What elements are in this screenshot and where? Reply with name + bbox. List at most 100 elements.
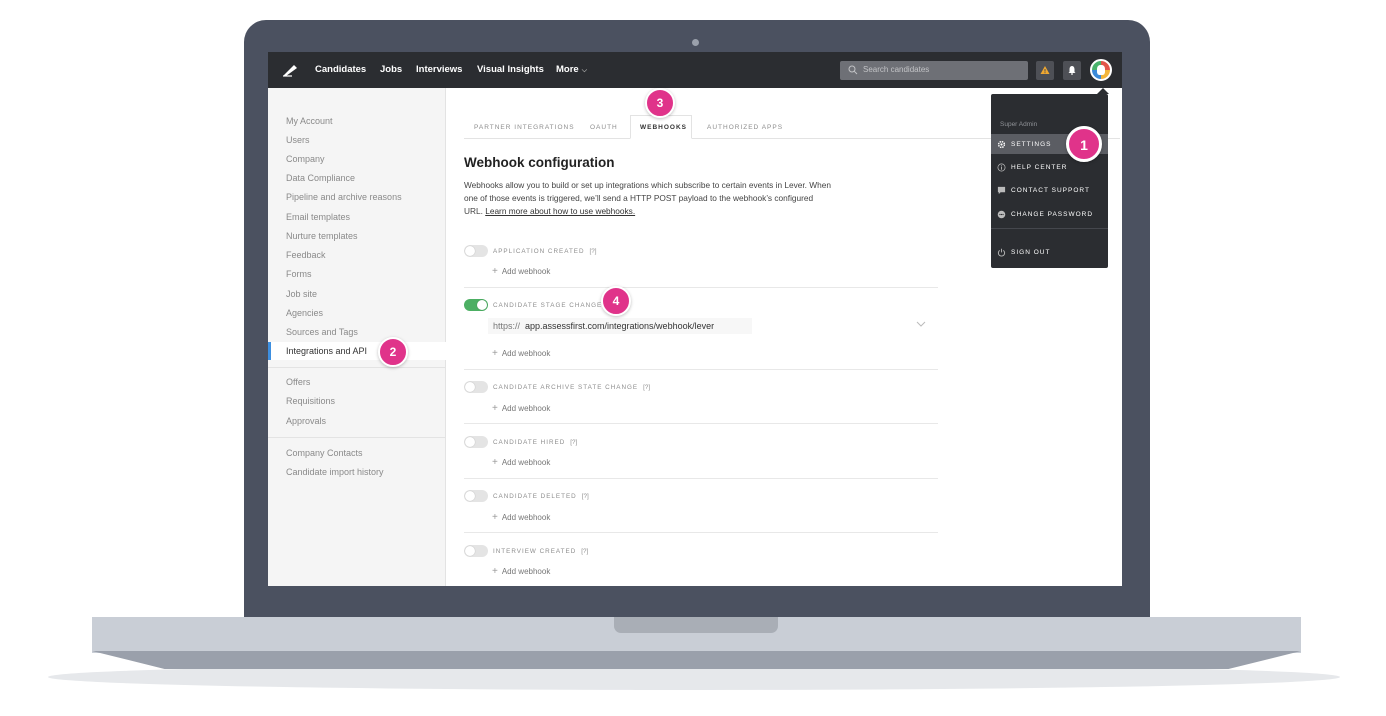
tab-authorized-apps[interactable]: AUTHORIZED APPS [707,124,783,131]
plus-icon: + [492,457,498,468]
chevron-down-icon: ⌵ [581,67,588,74]
event-label-text: APPLICATION CREATED [493,248,585,255]
sidebar-item-feedback[interactable]: Feedback [286,250,326,260]
event-label-text: CANDIDATE HIRED [493,439,566,446]
event-label-text: CANDIDATE DELETED [493,493,577,500]
search-input[interactable]: Search candidates [840,61,1028,80]
nav-more[interactable]: More ⌵ [556,64,587,75]
menu-item-label: SETTINGS [1011,141,1052,149]
callout-badge-1: 1 [1066,126,1102,162]
row-divider [464,532,938,533]
alert-button[interactable] [1036,61,1054,80]
page-description: Webhooks allow you to build or set up in… [464,179,834,218]
camera-dot [692,39,699,46]
sidebar-item-offers[interactable]: Offers [286,377,310,387]
dropdown-divider [991,228,1108,229]
warning-icon [1040,66,1050,74]
plus-icon: + [492,266,498,277]
sidebar-item-company[interactable]: Company [286,154,325,164]
sidebar-item-data-compliance[interactable]: Data Compliance [286,173,355,183]
menu-item-label: SIGN OUT [1011,249,1051,257]
event-label: CANDIDATE HIRED [?] [493,439,577,446]
sidebar-divider [268,367,446,368]
nav-visual-insights[interactable]: Visual Insights [477,64,544,75]
sidebar-divider [268,437,446,438]
menu-item-label: CHANGE PASSWORD [1011,211,1094,219]
sidebar-item-my-account[interactable]: My Account [286,116,333,126]
add-webhook-label: Add webhook [501,267,551,276]
avatar[interactable] [1090,59,1112,81]
help-marker[interactable]: [?] [581,548,588,555]
lever-logo-icon[interactable] [282,63,298,77]
add-webhook-button[interactable]: + Add webhook [492,348,550,359]
search-placeholder: Search candidates [863,65,930,74]
notifications-button[interactable] [1063,61,1081,80]
tab-oauth[interactable]: OAUTH [590,124,618,131]
sidebar-active-indicator [268,342,271,360]
toggle-knob [465,382,475,392]
nav-interviews[interactable]: Interviews [416,64,462,75]
page-title: Webhook configuration [464,155,615,170]
event-label: CANDIDATE ARCHIVE STATE CHANGE [?] [493,384,650,391]
learn-more-link[interactable]: Learn more about how to use webhooks. [485,206,635,216]
toggle-knob [477,300,487,310]
sidebar-item-email-templates[interactable]: Email templates [286,212,350,222]
sidebar-item-forms[interactable]: Forms [286,269,312,279]
add-webhook-button[interactable]: + Add webhook [492,512,550,523]
menu-item-sign-out[interactable]: SIGN OUT [997,248,1050,257]
chat-bubble-icon [997,186,1006,195]
nav-jobs[interactable]: Jobs [380,64,402,75]
toggle-application-created[interactable] [464,245,488,257]
sidebar-item-agencies[interactable]: Agencies [286,308,323,318]
plus-icon: + [492,512,498,523]
sidebar-item-users[interactable]: Users [286,135,310,145]
menu-item-settings[interactable]: SETTINGS [997,140,1052,149]
user-role-label: Super Admin [1000,121,1038,128]
add-webhook-label: Add webhook [501,567,551,576]
sidebar-item-sources-tags[interactable]: Sources and Tags [286,327,358,337]
toggle-candidate-hired[interactable] [464,436,488,448]
add-webhook-button[interactable]: + Add webhook [492,403,550,414]
sidebar-item-candidate-import[interactable]: Candidate import history [286,467,384,477]
help-marker[interactable]: [?] [570,439,577,446]
chevron-down-icon[interactable] [916,320,926,328]
help-marker[interactable]: [?] [590,248,597,255]
add-webhook-button[interactable]: + Add webhook [492,457,550,468]
bell-icon [1068,66,1076,75]
webhook-url-protocol: https:// [493,321,521,331]
nav-more-label: More [556,64,579,75]
add-webhook-label: Add webhook [501,458,551,467]
sidebar-item-job-site[interactable]: Job site [286,289,317,299]
menu-item-help-center[interactable]: HELP CENTER [997,163,1067,172]
webhook-url-field[interactable]: https:// app.assessfirst.com/integration… [488,318,752,334]
sidebar-item-nurture-templates[interactable]: Nurture templates [286,231,358,241]
sidebar-item-integrations[interactable]: Integrations and API [286,346,367,356]
sidebar-item-requisitions[interactable]: Requisitions [286,396,335,406]
toggle-candidate-archive-state-change[interactable] [464,381,488,393]
event-label-text: CANDIDATE STAGE CHANGE [493,302,603,309]
event-label-text: INTERVIEW CREATED [493,548,577,555]
tab-partner-integrations[interactable]: PARTNER INTEGRATIONS [474,124,575,131]
toggle-interview-created[interactable] [464,545,488,557]
toggle-knob [465,437,475,447]
help-marker[interactable]: [?] [582,493,589,500]
add-webhook-button[interactable]: + Add webhook [492,566,550,577]
add-webhook-label: Add webhook [501,349,551,358]
sidebar-item-company-contacts[interactable]: Company Contacts [286,448,363,458]
nav-candidates[interactable]: Candidates [315,64,366,75]
toggle-candidate-deleted[interactable] [464,490,488,502]
event-label-text: CANDIDATE ARCHIVE STATE CHANGE [493,384,639,391]
tab-webhooks[interactable]: WEBHOOKS [640,124,687,131]
screen: Candidates Jobs Interviews Visual Insigh… [268,52,1122,586]
add-webhook-button[interactable]: + Add webhook [492,266,550,277]
sidebar-item-approvals[interactable]: Approvals [286,416,326,426]
sidebar-item-pipeline[interactable]: Pipeline and archive reasons [286,192,402,202]
toggle-candidate-stage-change[interactable] [464,299,488,311]
menu-item-change-password[interactable]: CHANGE PASSWORD [997,210,1093,219]
plus-icon: + [492,566,498,577]
help-marker[interactable]: [?] [643,384,650,391]
menu-item-contact-support[interactable]: CONTACT SUPPORT [997,186,1090,195]
add-webhook-label: Add webhook [501,513,551,522]
row-divider [464,369,938,370]
callout-badge-2: 2 [378,337,408,367]
